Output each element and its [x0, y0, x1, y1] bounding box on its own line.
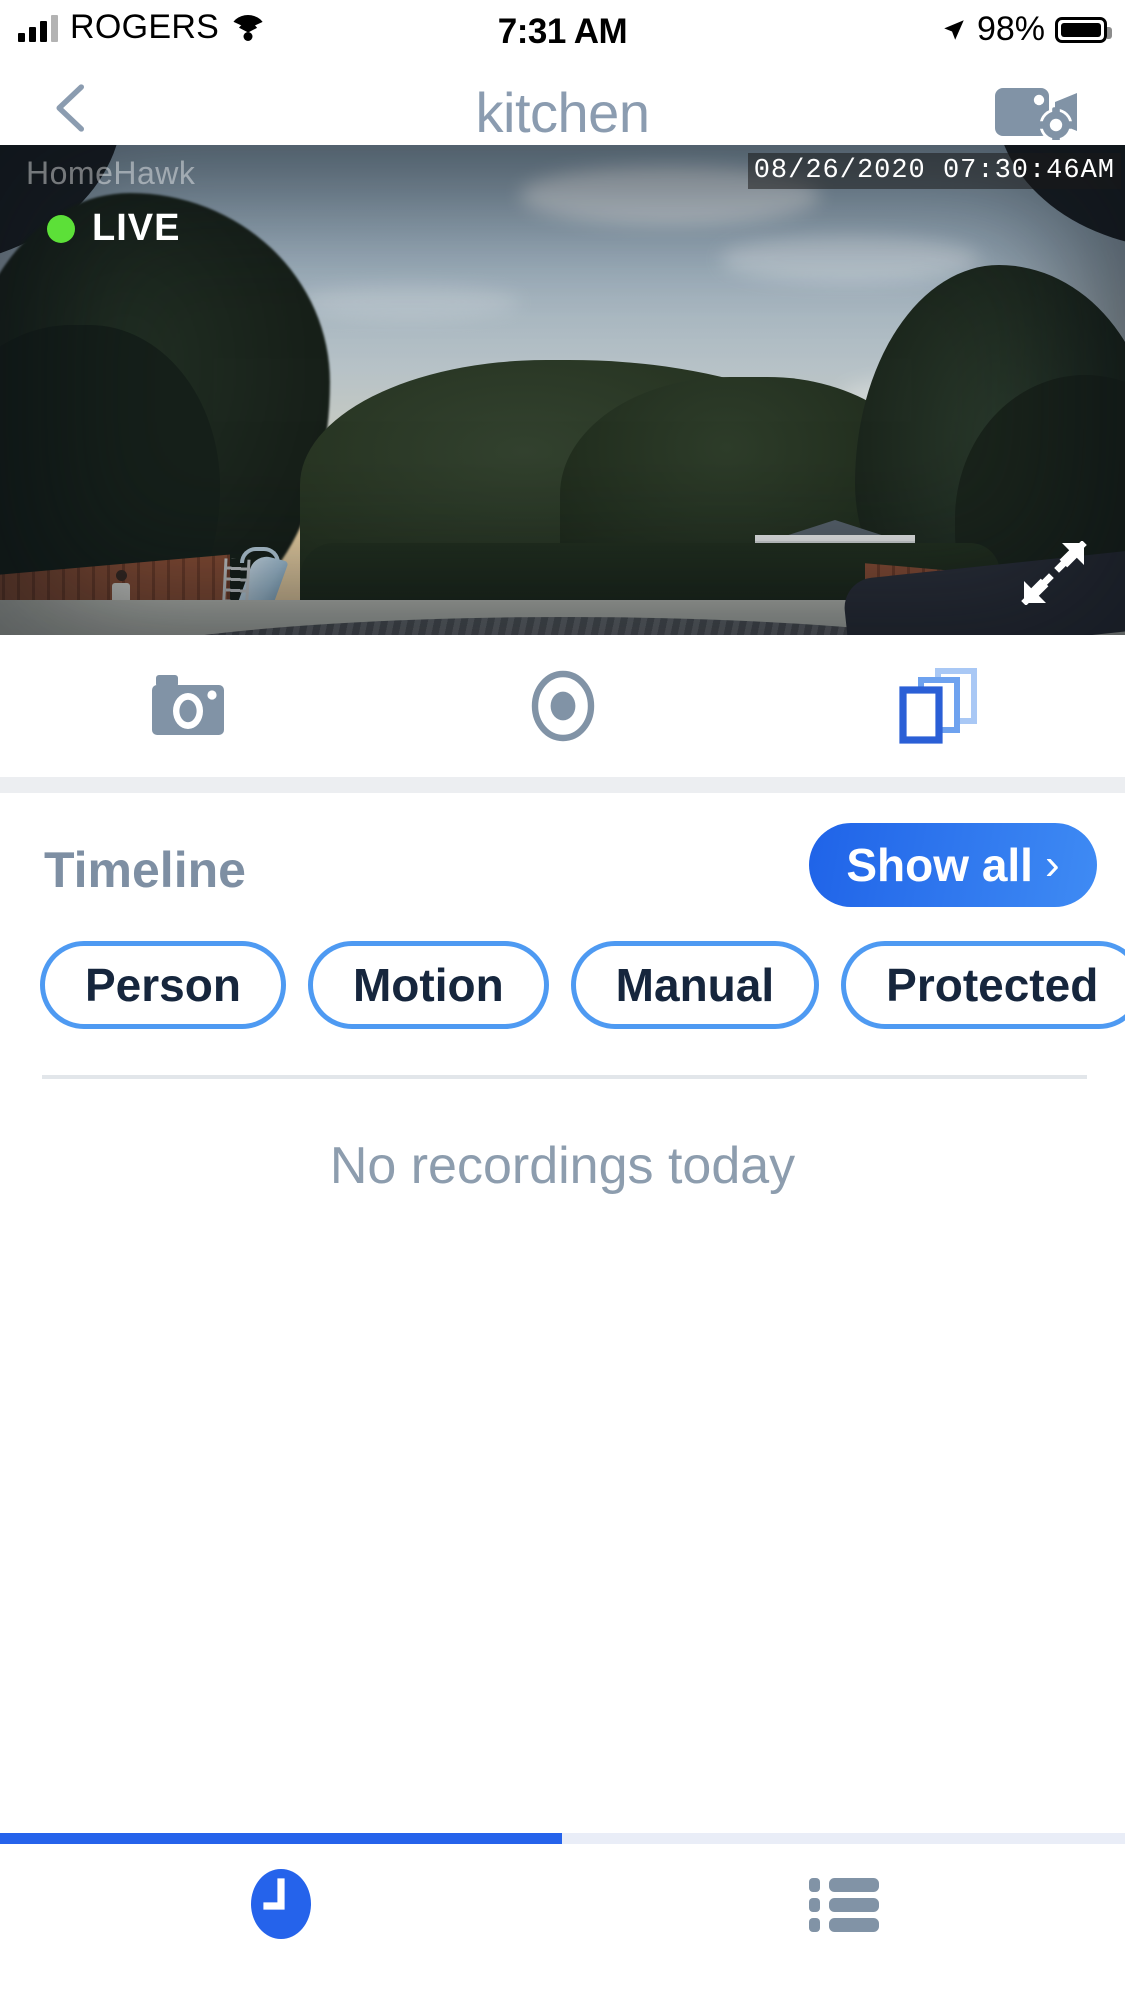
location-arrow-icon — [944, 19, 964, 40]
filter-chip-person[interactable]: Person — [40, 941, 286, 1029]
snapshot-button[interactable] — [0, 673, 375, 739]
bottom-tab-bar — [0, 1833, 1125, 2001]
filter-chip-manual[interactable]: Manual — [570, 941, 820, 1029]
record-button[interactable] — [375, 670, 750, 742]
timeline-title: Timeline — [44, 842, 246, 898]
battery-percent-label: 98% — [976, 10, 1045, 48]
page-title: kitchen — [475, 81, 650, 144]
timeline-panel: Timeline Show all › Person Motion Manual… — [0, 793, 1125, 1833]
homehawk-watermark: HomeHawk — [26, 155, 196, 191]
live-video-feed[interactable]: HomeHawk 08/26/2020 07:30:46AM LIVE — [0, 145, 1125, 635]
live-label: LIVE — [92, 207, 181, 249]
tab-indicator-track — [0, 1833, 1125, 1844]
status-bar: ROGERS 7:31 AM 98% — [0, 0, 1125, 62]
filter-divider — [42, 1075, 1087, 1079]
battery-full-icon — [1055, 16, 1112, 43]
filter-chip-motion[interactable]: Motion — [307, 941, 549, 1029]
clock-icon — [251, 1868, 312, 1939]
record-circle-icon — [531, 670, 594, 742]
camera-settings-icon[interactable] — [993, 84, 1081, 140]
tab-items — [0, 1844, 1125, 2001]
live-status-dot — [47, 214, 75, 243]
timeline-header: Timeline Show all › — [0, 823, 1125, 913]
camera-controls-bar — [0, 635, 1125, 777]
chevron-right-icon: › — [1044, 840, 1060, 889]
empty-state-label: No recordings today — [329, 1137, 796, 1195]
fullscreen-expand-icon[interactable] — [1021, 541, 1087, 605]
empty-state: No recordings today — [0, 1096, 1125, 1196]
status-bar-right: 98% — [941, 10, 1112, 49]
cloud — [300, 285, 520, 319]
show-all-label: Show all — [846, 839, 1033, 891]
live-indicator: LIVE — [47, 207, 180, 250]
tab-indicator-active — [0, 1833, 562, 1844]
video-timestamp: 08/26/2020 07:30:46AM — [747, 153, 1121, 189]
cloud — [720, 235, 980, 283]
filter-chip-protected[interactable]: Protected — [841, 941, 1125, 1029]
show-all-button[interactable]: Show all › — [809, 823, 1097, 907]
camera-photo-icon — [151, 675, 224, 735]
app-screen: ROGERS 7:31 AM 98% kitchen HomeHawk 08/2… — [0, 0, 1125, 2001]
tab-timeline[interactable] — [0, 1844, 563, 2001]
multiview-button[interactable] — [750, 668, 1125, 744]
navigation-bar: kitchen — [0, 62, 1125, 145]
tab-list[interactable] — [563, 1844, 1125, 2001]
list-icon — [808, 1877, 879, 1932]
layers-stack-icon — [898, 668, 977, 744]
section-separator — [0, 777, 1125, 793]
timeline-filter-chips: Person Motion Manual Protected — [0, 941, 1125, 1033]
